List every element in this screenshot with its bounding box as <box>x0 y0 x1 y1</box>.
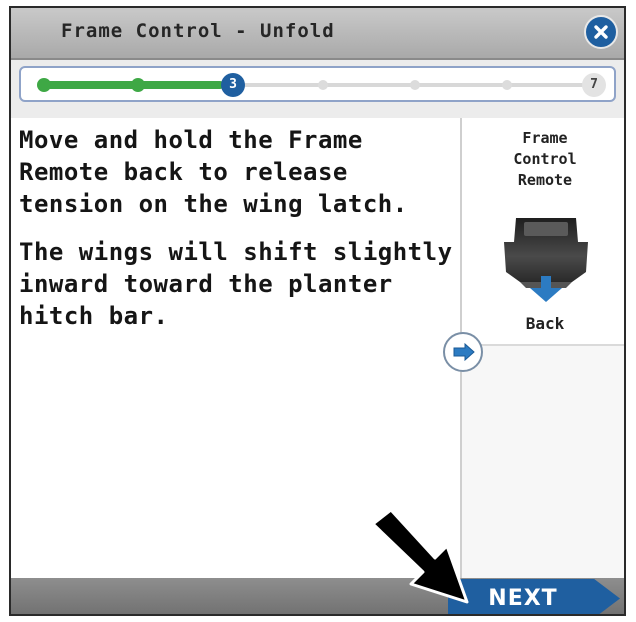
instruction-paragraph-2: The wings will shift slightly inward tow… <box>19 238 453 330</box>
step-dot-2 <box>131 78 145 92</box>
instruction-paragraph-1: Move and hold the Frame Remote back to r… <box>19 126 408 218</box>
total-steps-indicator: 7 <box>582 73 606 97</box>
black-arrow-pointer-icon <box>371 508 469 604</box>
arrow-right-icon <box>453 343 475 361</box>
close-button[interactable] <box>584 15 618 49</box>
step-dot-6 <box>502 80 512 90</box>
step-dot-5 <box>410 80 420 90</box>
next-button[interactable]: NEXT <box>448 579 620 614</box>
remote-card: Frame Control Remote Back <box>462 118 624 346</box>
current-step-indicator: 3 <box>221 73 245 97</box>
step-dot-4 <box>318 80 328 90</box>
scroll-right-button[interactable] <box>443 332 483 372</box>
frame-control-dialog: Frame Control - Unfold 3 7 Move and hold… <box>9 6 626 616</box>
side-panel: Frame Control Remote Back <box>460 118 624 578</box>
remote-title: Frame Control Remote <box>513 129 577 189</box>
close-icon <box>594 25 608 39</box>
step-progress-bar: 3 7 <box>19 66 616 102</box>
direction-label: Back <box>525 314 565 333</box>
arrow-down-icon <box>541 276 551 290</box>
step-dot-1 <box>37 78 51 92</box>
dialog-title: Frame Control - Unfold <box>61 20 335 42</box>
frame-remote-icon <box>504 218 588 302</box>
title-bar: Frame Control - Unfold <box>11 8 624 60</box>
instruction-text: Move and hold the Frame Remote back to r… <box>19 124 455 348</box>
